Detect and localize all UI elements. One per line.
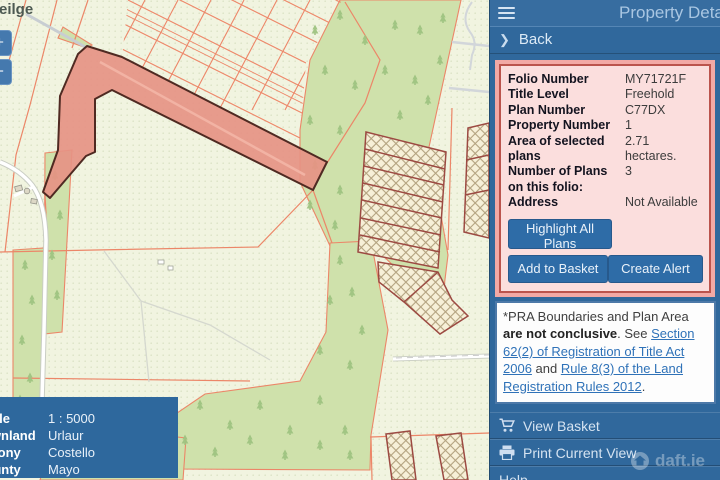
county-label: County xyxy=(0,461,48,478)
property-number-label: Property Number xyxy=(508,118,625,133)
help-label: Help xyxy=(499,472,528,480)
property-map-viewer: Gaeilge + − Scale 1 : 5000 Townland Urla… xyxy=(0,0,720,480)
plans-count-value: 3 xyxy=(625,164,632,195)
daft-logo-icon xyxy=(630,451,650,471)
disclaimer-text: . xyxy=(642,379,646,394)
watermark: daft.ie xyxy=(630,451,705,471)
view-basket-button[interactable]: View Basket xyxy=(490,412,720,439)
zoom-out-button[interactable]: − xyxy=(0,59,12,85)
view-basket-label: View Basket xyxy=(523,418,600,434)
address-row: Address Not Available xyxy=(508,195,703,210)
barony-row: Barony Costello xyxy=(0,444,178,461)
menu-icon[interactable] xyxy=(498,7,515,22)
disclaimer-text: and xyxy=(532,361,561,376)
create-alert-button[interactable]: Create Alert xyxy=(608,255,703,283)
county-value: Mayo xyxy=(48,461,80,478)
cart-icon xyxy=(499,418,515,433)
county-row: County Mayo xyxy=(0,461,178,478)
address-value: Not Available xyxy=(625,195,698,210)
plans-count-label: Number of Plans on this folio: xyxy=(508,164,625,195)
disclaimer-bold-text: are not conclusive xyxy=(503,326,617,341)
area-label: Area of selected plans xyxy=(508,134,625,165)
folio-number-label: Folio Number xyxy=(508,72,625,87)
title-level-value: Freehold xyxy=(625,87,674,102)
folio-number-value: MY71721F xyxy=(625,72,686,87)
scale-label: Scale xyxy=(0,410,48,427)
address-label: Address xyxy=(508,195,625,210)
panel-header: Property Details xyxy=(490,0,720,27)
area-value: 2.71 hectares. xyxy=(625,134,703,165)
panel-title: Property Details xyxy=(619,3,720,23)
folio-number-row: Folio Number MY71721F xyxy=(508,72,703,87)
barony-value: Costello xyxy=(48,444,95,461)
disclaimer-box: *PRA Boundaries and Plan Area are not co… xyxy=(495,301,716,405)
plans-count-row: Number of Plans on this folio: 3 xyxy=(508,164,703,195)
title-level-row: Title Level Freehold xyxy=(508,87,703,102)
plan-number-row: Plan Number C77DX xyxy=(508,103,703,118)
chevron-right-icon: ❯ xyxy=(499,27,510,53)
title-level-label: Title Level xyxy=(508,87,625,102)
back-button[interactable]: ❯ Back xyxy=(490,27,720,54)
property-details-box: Folio Number MY71721F Title Level Freeho… xyxy=(495,60,715,297)
print-current-view-label: Print Current View xyxy=(523,445,636,461)
property-number-row: Property Number 1 xyxy=(508,118,703,133)
back-label: Back xyxy=(519,31,552,48)
property-details-panel: Property Details ❯ Back Folio Number MY71… xyxy=(489,0,720,480)
scale-value: 1 : 5000 xyxy=(48,410,95,427)
printer-icon xyxy=(499,445,515,460)
townland-row: Townland Urlaur xyxy=(0,427,178,444)
watermark-text: daft.ie xyxy=(655,451,705,471)
barony-label: Barony xyxy=(0,444,48,461)
property-number-value: 1 xyxy=(625,118,632,133)
highlight-all-plans-button[interactable]: Highlight All Plans xyxy=(508,219,612,249)
area-row: Area of selected plans 2.71 hectares. xyxy=(508,134,703,165)
scale-row: Scale 1 : 5000 xyxy=(0,410,178,427)
townland-value: Urlaur xyxy=(48,427,83,444)
disclaimer-text: . See xyxy=(617,326,651,341)
map-info-box: Scale 1 : 5000 Townland Urlaur Barony Co… xyxy=(0,397,178,478)
plan-number-value: C77DX xyxy=(625,103,665,118)
add-to-basket-button[interactable]: Add to Basket xyxy=(508,255,608,283)
map-area: Gaeilge + − Scale 1 : 5000 Townland Urla… xyxy=(0,0,489,480)
disclaimer-text: *PRA Boundaries and Plan Area xyxy=(503,309,689,324)
plan-number-label: Plan Number xyxy=(508,103,625,118)
zoom-in-button[interactable]: + xyxy=(0,30,12,56)
language-link[interactable]: Gaeilge xyxy=(0,1,33,18)
townland-label: Townland xyxy=(0,427,48,444)
